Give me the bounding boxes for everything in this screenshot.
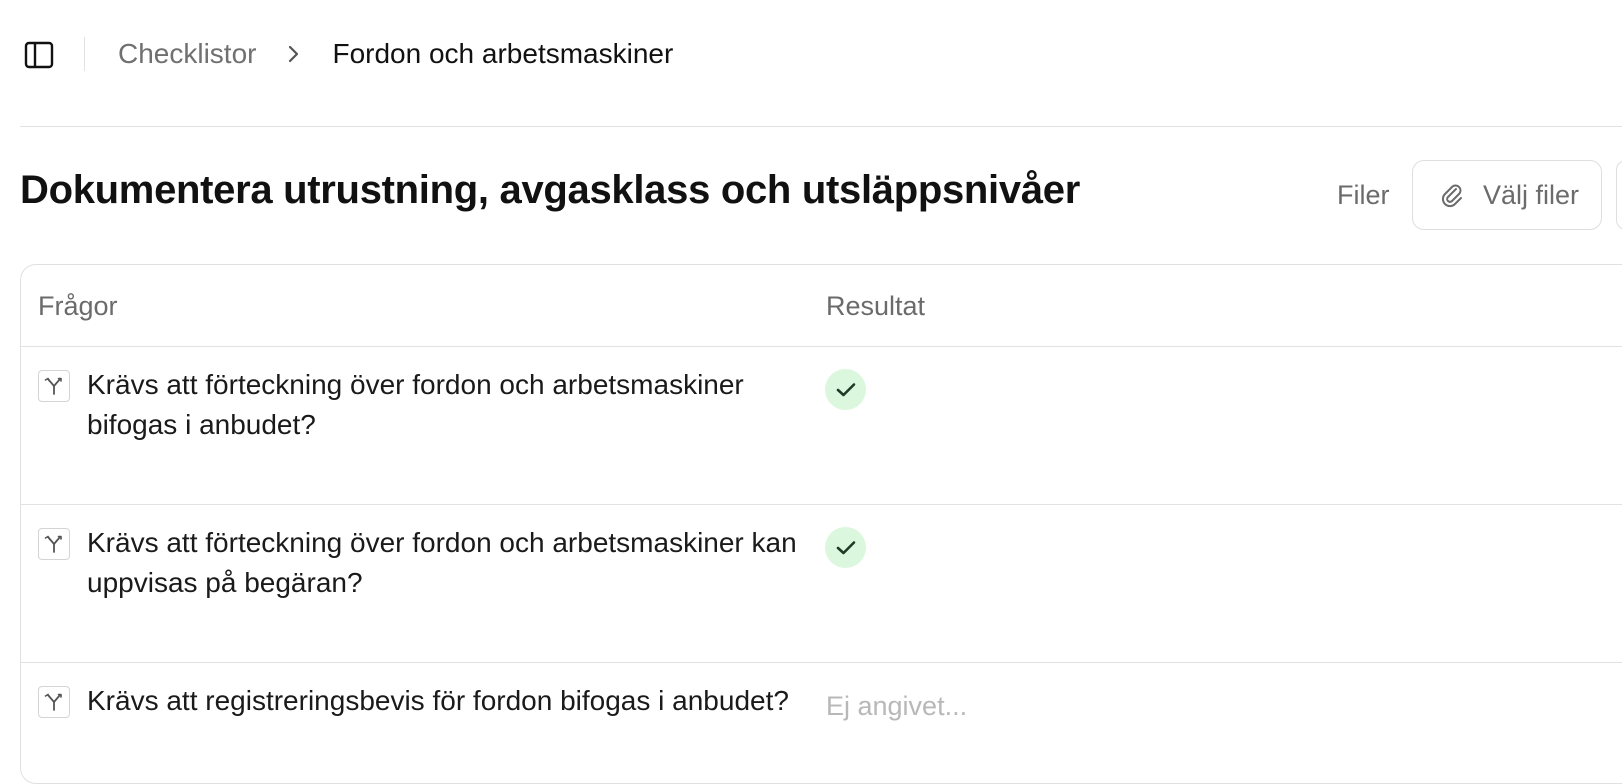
check-icon — [836, 540, 855, 554]
check-icon — [836, 382, 855, 396]
choose-files-button[interactable]: Välj filer — [1412, 160, 1602, 230]
question-text: Krävs att registreringsbevis för fordon … — [87, 685, 789, 716]
table-row: Krävs att registreringsbevis för fordon … — [21, 663, 1622, 783]
table-header: Frågor Resultat — [21, 265, 1622, 347]
question-text: Krävs att förteckning över fordon och ar… — [87, 369, 744, 440]
breadcrumb-current: Fordon och arbetsmaskiner — [332, 38, 674, 69]
paperclip-icon — [1439, 182, 1465, 208]
breadcrumb-link-checklists[interactable]: Checklistor — [118, 38, 256, 70]
column-header-result: Resultat — [826, 291, 926, 321]
table-row: Krävs att förteckning över fordon och ar… — [21, 505, 1622, 663]
chevron-right-icon — [284, 44, 304, 64]
result-check-badge[interactable] — [825, 369, 866, 410]
branch-icon[interactable] — [38, 686, 70, 718]
more-actions-button[interactable] — [1616, 160, 1622, 230]
column-header-questions: Frågor — [38, 291, 118, 321]
sidebar-toggle-button[interactable] — [22, 38, 56, 72]
files-label: Filer — [1337, 180, 1390, 210]
topbar-divider — [84, 37, 85, 71]
top-bar: Checklistor Fordon och arbetsmaskiner — [0, 0, 1622, 108]
breadcrumb: Checklistor Fordon och arbetsmaskiner — [118, 36, 673, 72]
header-divider — [20, 126, 1622, 127]
branch-icon[interactable] — [38, 528, 70, 560]
result-empty-field[interactable]: Ej angivet... — [826, 691, 967, 722]
table-row: Krävs att förteckning över fordon och ar… — [21, 347, 1622, 505]
branch-icon[interactable] — [38, 370, 70, 402]
choose-files-label: Välj filer — [1483, 179, 1580, 210]
page-title: Dokumentera utrustning, avgasklass och u… — [20, 168, 1080, 212]
sidebar-toggle-icon — [24, 41, 54, 69]
question-text: Krävs att förteckning över fordon och ar… — [87, 527, 797, 598]
result-check-badge[interactable] — [825, 527, 866, 568]
questions-table: Frågor Resultat Krävs att förteckning öv… — [20, 264, 1622, 784]
